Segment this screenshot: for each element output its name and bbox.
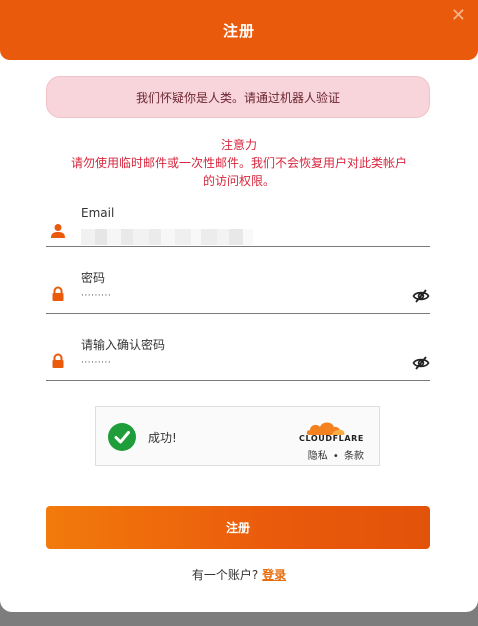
user-icon	[51, 224, 65, 238]
email-label: Email	[81, 206, 115, 220]
password-input[interactable]: ·········	[81, 291, 111, 301]
email-underline	[46, 246, 430, 247]
cloudflare-terms-link[interactable]: 条款	[344, 451, 364, 462]
cloudflare-turnstile-widget[interactable]: 成功! CLOUDFLARE 隐私 • 条款	[95, 406, 380, 466]
lock-icon	[52, 286, 64, 301]
register-button[interactable]: 注册	[46, 506, 430, 549]
cloudflare-privacy-link[interactable]: 隐私	[308, 451, 328, 462]
captcha-warning-banner: 我们怀疑你是人类。请通过机器人验证	[46, 76, 430, 118]
notice-title: 注意力	[220, 138, 257, 152]
cloudflare-link-separator: •	[332, 451, 339, 462]
eye-slash-icon[interactable]	[412, 289, 430, 303]
signup-modal: 注册 ✕ 我们怀疑你是人类。请通过机器人验证 注意力 请勿使用临时邮件或一次性邮…	[0, 0, 478, 612]
confirm-password-field[interactable]: 请输入确认密码 ·········	[46, 335, 430, 381]
confirm-password-label: 请输入确认密码	[81, 338, 166, 352]
confirm-password-input[interactable]: ·········	[81, 358, 111, 368]
success-check-icon	[108, 423, 136, 451]
eye-slash-icon[interactable]	[412, 356, 430, 370]
login-prompt: 有一个账户? 登录	[0, 566, 478, 583]
login-link[interactable]: 登录	[262, 568, 286, 582]
cloudflare-links: 隐私 • 条款	[308, 447, 364, 462]
cloudflare-brand: CLOUDFLARE	[299, 434, 364, 443]
lock-icon	[52, 353, 64, 368]
cloudflare-status-text: 成功!	[148, 431, 177, 445]
modal-title: 注册	[222, 21, 255, 40]
password-underline	[46, 313, 430, 314]
password-label: 密码	[81, 271, 106, 285]
captcha-warning-text: 我们怀疑你是人类。请通过机器人验证	[135, 90, 340, 105]
password-field[interactable]: 密码 ·········	[46, 268, 430, 314]
email-input-value[interactable]	[81, 229, 253, 245]
notice-body-line1: 请勿使用临时邮件或一次性邮件。我们不会恢复用户对此类帐户	[70, 156, 407, 170]
email-field[interactable]: Email	[46, 205, 430, 247]
notice-body-line2: 的访问权限。	[202, 174, 275, 188]
confirm-password-underline	[46, 380, 430, 381]
login-question: 有一个账户?	[191, 568, 259, 582]
close-icon[interactable]: ✕	[451, 7, 466, 25]
modal-header: 注册 ✕	[0, 0, 478, 60]
